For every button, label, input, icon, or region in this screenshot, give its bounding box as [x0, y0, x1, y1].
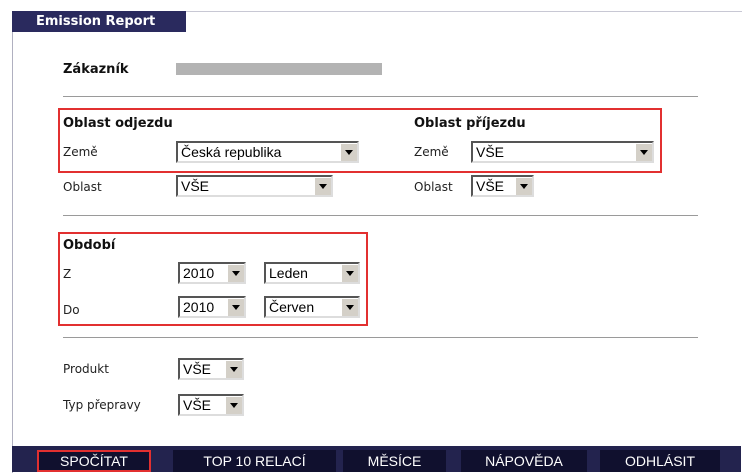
departure-region-label: Oblast — [63, 180, 102, 194]
help-button[interactable]: NÁPOVĚDA — [461, 450, 587, 472]
arrival-heading: Oblast příjezdu — [414, 116, 526, 131]
transport-type-value: VŠE — [183, 397, 212, 413]
chevron-down-icon[interactable] — [635, 143, 652, 161]
arrival-region-select[interactable]: VŠE — [471, 175, 534, 197]
departure-country-label: Země — [63, 145, 98, 159]
from-year-select[interactable]: 2010 — [178, 262, 246, 284]
to-month-value: Červen — [269, 299, 315, 315]
to-month-select[interactable]: Červen — [264, 296, 360, 318]
departure-region-select[interactable]: VŠE — [176, 175, 333, 197]
product-label: Produkt — [63, 362, 109, 376]
arrival-country-label: Země — [414, 145, 449, 159]
arrival-country-value: VŠE — [476, 144, 505, 160]
transport-type-label: Typ přepravy — [63, 398, 141, 412]
calculate-button[interactable]: SPOČÍTAT — [37, 450, 151, 472]
customer-label: Zákazník — [63, 62, 129, 77]
arrival-country-select[interactable]: VŠE — [471, 141, 654, 163]
product-value: VŠE — [183, 361, 212, 377]
from-month-value: Leden — [269, 265, 308, 281]
logout-button[interactable]: ODHLÁSIT — [600, 450, 720, 472]
departure-country-value: Česká republika — [181, 144, 282, 160]
divider — [63, 337, 698, 338]
chevron-down-icon[interactable] — [341, 298, 358, 316]
chevron-down-icon[interactable] — [341, 264, 358, 282]
departure-heading: Oblast odjezdu — [63, 116, 173, 131]
tab-emission-report[interactable]: Emission Report — [12, 11, 186, 32]
customer-name-redacted — [176, 63, 382, 75]
period-heading: Období — [63, 238, 116, 253]
product-select[interactable]: VŠE — [178, 358, 244, 380]
chevron-down-icon[interactable] — [227, 264, 244, 282]
to-year-select[interactable]: 2010 — [178, 296, 246, 318]
departure-country-select[interactable]: Česká republika — [176, 141, 359, 163]
divider — [63, 215, 698, 216]
chevron-down-icon[interactable] — [227, 298, 244, 316]
from-year-value: 2010 — [183, 265, 215, 281]
chevron-down-icon[interactable] — [225, 360, 242, 378]
top10-relations-button[interactable]: TOP 10 RELACÍ — [173, 450, 336, 472]
from-month-select[interactable]: Leden — [264, 262, 360, 284]
period-to-label: Do — [63, 303, 80, 317]
divider — [63, 96, 698, 97]
chevron-down-icon[interactable] — [314, 177, 331, 195]
chevron-down-icon[interactable] — [225, 396, 242, 414]
departure-region-value: VŠE — [181, 178, 210, 194]
chevron-down-icon[interactable] — [340, 143, 357, 161]
period-from-label: Z — [63, 267, 72, 281]
transport-type-select[interactable]: VŠE — [178, 394, 244, 416]
to-year-value: 2010 — [183, 299, 215, 315]
months-button[interactable]: MĚSÍCE — [343, 450, 446, 472]
chevron-down-icon[interactable] — [515, 177, 532, 195]
arrival-region-label: Oblast — [414, 180, 453, 194]
arrival-region-value: VŠE — [476, 178, 505, 194]
